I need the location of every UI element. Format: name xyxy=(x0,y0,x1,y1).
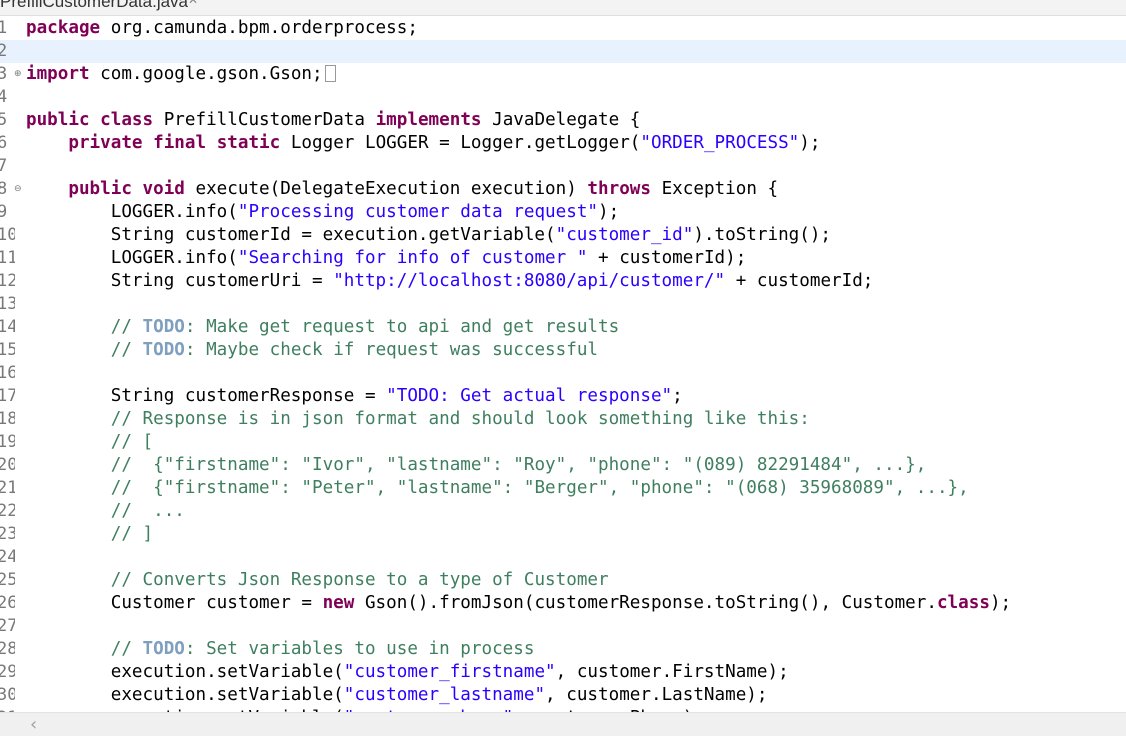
line-number: 2 xyxy=(0,41,8,61)
code-line[interactable]: 21 // {"firstname": "Peter", "lastname":… xyxy=(0,477,1126,500)
code-text: // Converts Json Response to a type of C… xyxy=(110,570,609,590)
code-text: // TODO: Maybe check if request was succ… xyxy=(110,340,599,360)
folded-block-icon[interactable] xyxy=(324,65,336,82)
close-icon[interactable]: ✕ xyxy=(188,0,198,7)
line-number: 12 xyxy=(0,271,15,291)
code-line[interactable]: 25 // Converts Json Response to a type o… xyxy=(0,569,1126,592)
code-line[interactable]: 23 // ] xyxy=(0,523,1126,546)
line-number: 21 xyxy=(0,478,15,498)
line-number: 25 xyxy=(0,570,15,590)
code-line[interactable]: 7 xyxy=(0,155,1126,178)
line-number: 18 xyxy=(0,409,15,429)
code-line[interactable]: 15 // TODO: Maybe check if request was s… xyxy=(0,339,1126,362)
code-editor[interactable]: 1 package org.camunda.bpm.orderprocess; 2 3… xyxy=(0,17,1126,712)
code-text: public void execute(DelegateExecution ex… xyxy=(68,179,779,199)
code-text: execution.setVariable("customer_lastname… xyxy=(26,685,768,705)
code-text: // TODO: Set variables to use in process xyxy=(110,639,535,659)
code-text: LOGGER.info("Processing customer data re… xyxy=(26,202,620,222)
line-number: 30 xyxy=(0,685,15,705)
line-number: 8 xyxy=(0,179,8,199)
code-text: // [ xyxy=(110,432,154,452)
line-number: 7 xyxy=(0,156,8,176)
code-line[interactable]: 28 // TODO: Set variables to use in proc… xyxy=(0,638,1126,661)
code-text: String customerId = execution.getVariabl… xyxy=(26,225,832,245)
line-number: 6 xyxy=(0,133,8,153)
code-line[interactable]: 19 // [ xyxy=(0,431,1126,454)
line-number: 27 xyxy=(0,616,15,636)
code-text: // TODO: Make get request to api and get… xyxy=(110,317,620,337)
tab-title: PrefillCustomerData.java xyxy=(0,0,189,11)
code-line[interactable]: 17 String customerResponse = "TODO: Get … xyxy=(0,385,1126,408)
line-number: 9 xyxy=(0,202,8,222)
editor-tab-bar: PrefillCustomerData.java ✕ xyxy=(0,0,1126,16)
code-line[interactable]: 22 // ... xyxy=(0,500,1126,523)
code-line[interactable]: 30 execution.setVariable("customer_lastn… xyxy=(0,684,1126,707)
code-line[interactable]: 8 ⊖ public void execute(DelegateExecution… xyxy=(0,178,1126,201)
code-line[interactable]: 1 package org.camunda.bpm.orderprocess; xyxy=(0,17,1126,40)
line-number: 4 xyxy=(0,87,8,107)
horizontal-scrollbar[interactable]: ‹ xyxy=(0,712,1126,736)
line-number: 17 xyxy=(0,386,15,406)
chevron-left-icon[interactable]: ‹ xyxy=(30,713,37,736)
code-line[interactable]: 11 LOGGER.info("Searching for info of cu… xyxy=(0,247,1126,270)
code-line[interactable]: 6 private final static Logger LOGGER = L… xyxy=(0,132,1126,155)
code-text: LOGGER.info("Searching for info of custo… xyxy=(26,248,747,268)
line-number: 13 xyxy=(0,294,15,314)
code-line[interactable]: 16 xyxy=(0,362,1126,385)
code-line[interactable]: 2 xyxy=(0,40,1126,63)
line-number: 14 xyxy=(0,317,15,337)
line-number: 1 xyxy=(0,18,8,38)
line-number: 5 xyxy=(0,110,8,130)
code-line[interactable]: 9 LOGGER.info("Processing customer data … xyxy=(0,201,1126,224)
fold-expand-icon[interactable]: ⊕ xyxy=(14,69,22,79)
line-number: 29 xyxy=(0,662,15,682)
code-text: String customerUri = "http://localhost:8… xyxy=(26,271,874,291)
code-line[interactable]: 14 // TODO: Make get request to api and … xyxy=(0,316,1126,339)
code-line[interactable]: 26 Customer customer = new Gson().fromJs… xyxy=(0,592,1126,615)
code-line[interactable]: 13 xyxy=(0,293,1126,316)
line-number: 19 xyxy=(0,432,15,452)
code-line[interactable]: 3 ⊕ import com.google.gson.Gson; xyxy=(0,63,1126,86)
code-line[interactable]: 20 // {"firstname": "Ivor", "lastname": … xyxy=(0,454,1126,477)
editor-tab[interactable]: PrefillCustomerData.java xyxy=(0,0,188,12)
code-text: // {"firstname": "Ivor", "lastname": "Ro… xyxy=(110,455,927,475)
line-number: 24 xyxy=(0,547,15,567)
code-text: public class PrefillCustomerData impleme… xyxy=(26,110,641,130)
line-number: 26 xyxy=(0,593,15,613)
code-text: execution.setVariable("customer_firstnam… xyxy=(26,662,789,682)
line-number: 3 xyxy=(0,64,8,84)
code-text: Customer customer = new Gson().fromJson(… xyxy=(26,593,1012,613)
code-text: // {"firstname": "Peter", "lastname": "B… xyxy=(110,478,969,498)
code-line[interactable]: 10 String customerId = execution.getVari… xyxy=(0,224,1126,247)
code-line[interactable]: 4 xyxy=(0,86,1126,109)
code-line[interactable]: 18 // Response is in json format and sho… xyxy=(0,408,1126,431)
line-number: 16 xyxy=(0,363,15,383)
code-text: package org.camunda.bpm.orderprocess; xyxy=(26,18,418,38)
line-number: 10 xyxy=(0,225,15,245)
line-number: 20 xyxy=(0,455,15,475)
code-line[interactable]: 12 String customerUri = "http://localhos… xyxy=(0,270,1126,293)
code-line[interactable]: 24 xyxy=(0,546,1126,569)
code-text: private final static Logger LOGGER = Log… xyxy=(68,133,821,153)
line-number: 28 xyxy=(0,639,15,659)
code-text: String customerResponse = "TODO: Get act… xyxy=(26,386,683,406)
code-line[interactable]: 29 execution.setVariable("customer_first… xyxy=(0,661,1126,684)
code-text: // ] xyxy=(110,524,154,544)
line-number: 15 xyxy=(0,340,15,360)
code-text: import com.google.gson.Gson; xyxy=(26,63,336,86)
code-text: // Response is in json format and should… xyxy=(110,409,810,429)
code-line[interactable]: 5 public class PrefillCustomerData implem… xyxy=(0,109,1126,132)
line-number: 22 xyxy=(0,501,15,521)
line-number: 23 xyxy=(0,524,15,544)
code-text: // ... xyxy=(110,501,185,521)
line-number: 11 xyxy=(0,248,15,268)
fold-collapse-icon[interactable]: ⊖ xyxy=(14,184,22,194)
code-line[interactable]: 27 xyxy=(0,615,1126,638)
